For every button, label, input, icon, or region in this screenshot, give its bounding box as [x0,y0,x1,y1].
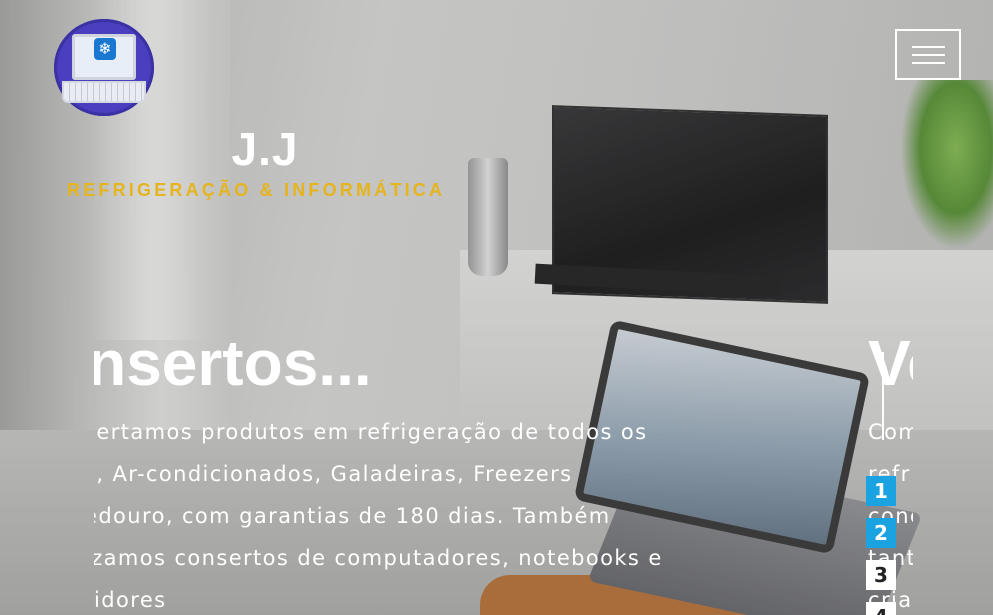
slide-text-line: ridores [94,588,167,612]
hamburger-menu-icon[interactable] [895,29,961,80]
brand-subtitle: REFRIGERAÇÃO & INFORMÁTICA [67,180,446,200]
hero-slider: ❄ J.J REFRIGERAÇÃO & INFORMÁTICA onserto… [0,0,993,615]
brand-title: J.J [231,123,299,175]
slide-consertos: onsertos... sertamos produtos em refrige… [94,325,794,615]
logo-keyboard [62,81,146,103]
menu-bar [912,62,945,64]
laptop-snowflake-logo-icon[interactable]: ❄ [54,19,154,116]
slide-divider [882,352,884,440]
slide-heading: onsertos... [94,327,372,399]
slide-description: sertamos produtos em refrigeração de tod… [94,411,704,615]
slide-text-line: sertamos produtos em refrigeração de tod… [94,420,648,444]
page-button-4[interactable]: 4 [866,602,896,615]
slide-text-line: s, Ar-condicionados, Galadeiras, Freezer… [94,462,573,486]
page-button-2[interactable]: 2 [866,518,896,548]
page-button-1[interactable]: 1 [866,476,896,506]
page-button-3[interactable]: 3 [866,560,896,590]
slide-text-line: edouro, com garantias de 180 dias. També… [94,504,611,528]
slide-heading: Ve [868,327,913,399]
slide-text-line: izamos consertos de computadores, notebo… [94,546,663,570]
menu-bar [912,54,945,56]
menu-bar [912,46,945,48]
slide-text-line: Com [868,420,913,444]
slider-pagination: 1 2 3 4 [866,476,896,615]
snowflake-icon: ❄ [94,38,116,60]
